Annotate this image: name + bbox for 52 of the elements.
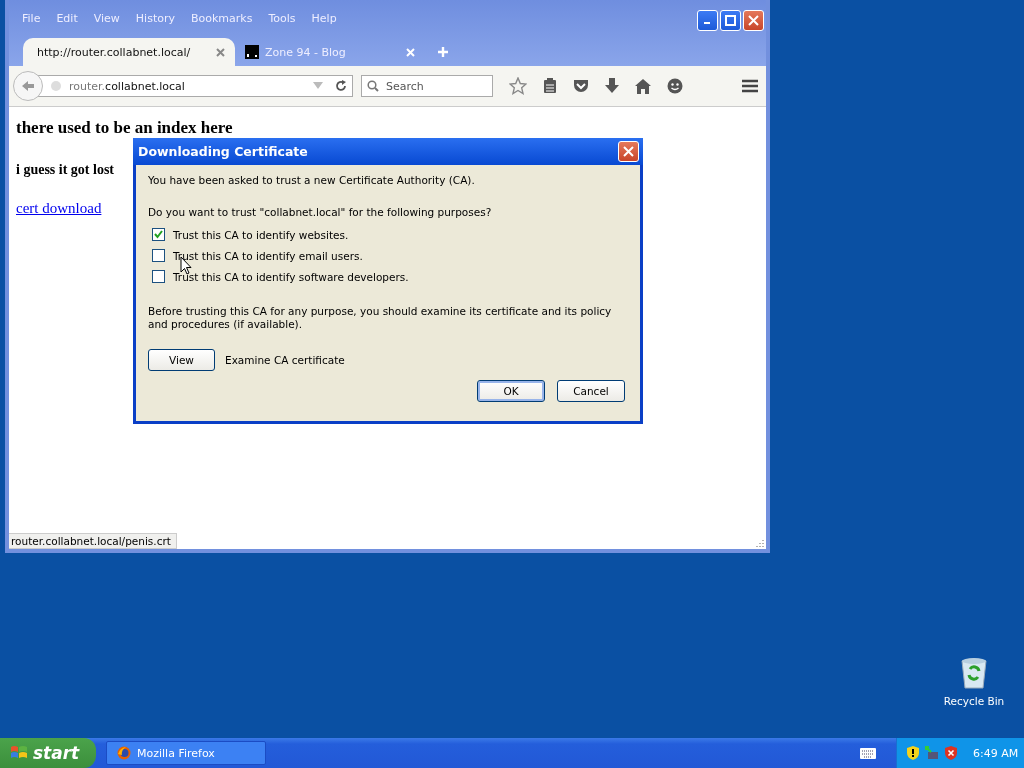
resize-grip-icon[interactable]	[755, 538, 764, 547]
windows-flag-icon	[10, 745, 28, 761]
chat-icon[interactable]	[667, 78, 683, 94]
pocket-icon[interactable]	[573, 79, 589, 93]
warning-shield-icon[interactable]	[945, 746, 957, 760]
download-icon[interactable]	[605, 78, 619, 94]
dialog-button[interactable]: Cancel	[557, 380, 625, 402]
security-shield-icon[interactable]	[907, 746, 919, 760]
back-button[interactable]	[13, 71, 43, 101]
checkbox[interactable]	[152, 270, 165, 283]
back-arrow-icon	[21, 80, 35, 92]
close-tab-icon[interactable]	[216, 47, 225, 57]
dialog-note: Before trusting this CA for any purpose, you should examine its certificate and its policy and procedures (if available).	[148, 305, 613, 331]
clock: 6:49 AM	[973, 746, 1019, 760]
search-field[interactable]: Search	[361, 75, 493, 97]
browser-logo-icon	[117, 746, 131, 760]
start-button[interactable]: start	[0, 738, 96, 768]
minimize-button[interactable]	[697, 10, 718, 31]
maximize-button[interactable]	[720, 10, 741, 31]
keyboard-icon[interactable]	[860, 747, 876, 759]
dialog-question: Do you want to trust "collabnet.local" for the following purposes?	[148, 206, 493, 218]
menu-icon[interactable]	[742, 79, 758, 93]
close-icon	[748, 15, 759, 26]
checkbox-label[interactable]: Trust this CA to identify websites.	[173, 228, 349, 241]
close-icon	[623, 146, 634, 157]
checkbox[interactable]	[152, 249, 165, 262]
reload-icon[interactable]	[335, 80, 347, 92]
checkbox[interactable]	[152, 228, 165, 241]
checkbox-label[interactable]: Trust this CA to identify email users.	[173, 249, 363, 262]
cert-download-link[interactable]: cert download	[16, 200, 102, 217]
recycle-bin-icon[interactable]	[959, 657, 989, 689]
page-text: i guess it got lost	[16, 162, 114, 178]
close-button[interactable]	[618, 141, 639, 162]
network-icon[interactable]	[925, 746, 939, 760]
close-button[interactable]	[743, 10, 764, 31]
home-icon[interactable]	[635, 78, 651, 94]
dialog-message: You have been asked to trust a new Certificate Authority (CA).	[148, 174, 476, 186]
browser-tab[interactable]: http://router.collabnet.local/	[23, 38, 235, 66]
favicon-icon	[245, 45, 259, 59]
bookmark-star-icon[interactable]	[509, 77, 527, 95]
clipboard-icon[interactable]	[543, 78, 557, 94]
taskbar-button[interactable]: Mozilla Firefox	[106, 741, 266, 765]
new-tab-icon[interactable]	[437, 46, 449, 58]
view-label: Examine CA certificate	[225, 354, 345, 366]
view-button[interactable]: View	[148, 349, 215, 371]
checkbox-label[interactable]: Trust this CA to identify software developers.	[173, 270, 409, 283]
dialog-title: Downloading Certificate	[138, 144, 308, 159]
status-url: router.collabnet.local/penis.crt	[9, 533, 177, 549]
page-heading: there used to be an index here	[16, 118, 233, 138]
maximize-icon	[725, 15, 736, 26]
dialog-button[interactable]: OK	[477, 380, 545, 402]
desktop-icon-label[interactable]: Recycle Bin	[943, 695, 1005, 707]
